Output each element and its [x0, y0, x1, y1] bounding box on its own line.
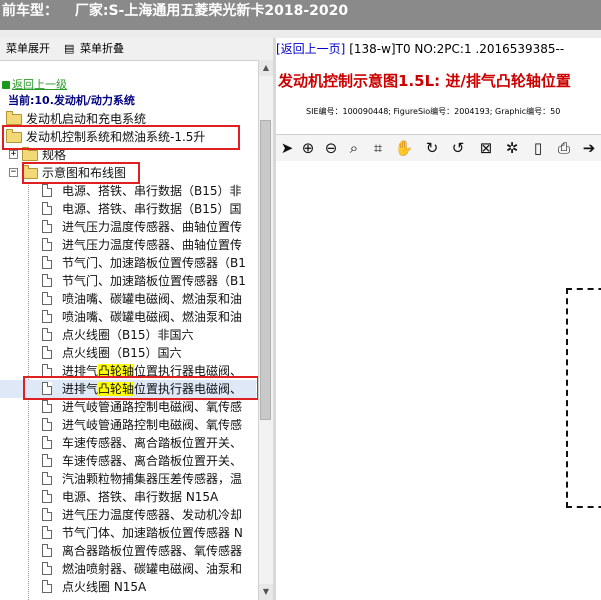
document-icon: [42, 310, 52, 323]
document-icon: [42, 418, 52, 431]
window-title-bar: 前车型： 厂家:S-上海通用五菱荣光新卡2018-2020: [0, 0, 601, 30]
export-icon[interactable]: ➔: [579, 138, 599, 158]
pan-hand-icon[interactable]: ✋: [394, 138, 414, 158]
document-icon: [42, 292, 52, 305]
reset-icon[interactable]: ↺: [448, 138, 468, 158]
back-page-link[interactable]: [返回上一页]: [276, 42, 345, 56]
document-icon: [42, 220, 52, 233]
document-icon: [42, 274, 52, 287]
fit-page-icon[interactable]: ⊠: [476, 138, 496, 158]
document-icon: [42, 562, 52, 575]
tree-item-label: 车速传感器、离合踏板位置开关、: [62, 436, 243, 450]
folder-icon: [22, 147, 38, 161]
document-icon: [42, 472, 52, 485]
menu-expand-button[interactable]: 菜单展开: [6, 38, 50, 60]
menu-collapse-button[interactable]: 菜单折叠: [80, 38, 124, 60]
crop-icon[interactable]: ⌗: [368, 138, 388, 158]
page-icon[interactable]: ▯: [528, 138, 548, 158]
tree-item-label: 电源、搭铁、串行数据（B15）国: [62, 202, 242, 216]
window-title-prefix: 前车型：: [2, 3, 58, 19]
tree-item-label: 喷油嘴、碳罐电磁阀、燃油泵和油: [62, 310, 243, 324]
document-title: 发动机控制示意图1.5L: 进/排气凸轮轴位置: [278, 72, 571, 90]
rotate-icon[interactable]: ↻: [422, 138, 442, 158]
back-arrow-icon: [2, 81, 10, 89]
tree-item-label: 节气门、加速踏板位置传感器（B1: [62, 274, 246, 288]
tree-item-label: 点火线圈（B15）国六: [62, 346, 182, 360]
tree-item-label: 点火线圈（B15）非国六: [62, 328, 194, 342]
print-icon[interactable]: ⎙: [554, 138, 574, 158]
tree-item-label: 车速传感器、离合踏板位置开关、: [62, 454, 243, 468]
document-icon: [42, 202, 52, 215]
document-icon: [42, 256, 52, 269]
document-sub-info: SIE编号：100090448; FigureSio编号：2004193; Gr…: [306, 107, 561, 116]
scroll-up-arrow-icon[interactable]: ▲: [259, 60, 273, 76]
tree-item-label: 燃油喷射器、碳罐电磁阀、油泵和: [62, 562, 243, 576]
left-menu-bar: 菜单展开 ▤ 菜单折叠: [0, 38, 273, 61]
document-viewer-pane: [返回上一页] [138-w]T0 NO:2PC:1 .2016539385--…: [276, 38, 601, 600]
folder-icon: [6, 111, 22, 125]
document-icon: [42, 508, 52, 521]
window-title-vehicle: 厂家:S-上海通用五菱荣光新卡2018-2020: [74, 3, 349, 19]
annotation-box-schematics: [22, 162, 140, 184]
doc-info: [138-w]T0 NO:2PC:1 .2016539385--: [349, 42, 565, 56]
document-icon: [42, 400, 52, 413]
tree-item-label: 进气压力温度传感器、曲轴位置传: [62, 220, 243, 234]
scroll-thumb[interactable]: [260, 120, 271, 420]
diagram-dashed-component: [566, 288, 601, 508]
pointer-icon[interactable]: ➤: [277, 138, 297, 158]
zoom-fit-icon[interactable]: ⌕: [344, 138, 364, 158]
tree-item-label: 喷油嘴、碳罐电磁阀、燃油泵和油: [62, 292, 243, 306]
settings-icon[interactable]: ✲: [502, 138, 522, 158]
collapse-minus-icon[interactable]: −: [9, 168, 18, 177]
menu-collapse-icon[interactable]: ▤: [64, 38, 74, 60]
tree-item-label: 点火线圈 N15A: [62, 580, 147, 594]
tree-item-label: 汽油颗粒物捕集器压差传感器，温: [62, 472, 243, 486]
document-icon: [42, 184, 52, 197]
document-icon: [42, 238, 52, 251]
tree-item-label: 进气压力温度传感器、发动机冷却: [62, 508, 243, 522]
tree-scrollbar[interactable]: ▲ ▼: [258, 60, 273, 600]
viewer-header: [返回上一页] [138-w]T0 NO:2PC:1 .2016539385--: [276, 38, 601, 60]
document-icon: [42, 526, 52, 539]
annotation-box-engine-control: [2, 125, 240, 150]
tree-item-label: 电源、搭铁、串行数据（B15）非: [62, 184, 242, 198]
tree-item-label: 进气岐管通路控制电磁阀、氧传感: [62, 400, 243, 414]
left-nav-pane: 菜单展开 ▤ 菜单折叠 返回上一级 当前:10.发动机/动力系统 发动机启动和充…: [0, 38, 275, 600]
document-icon: [42, 454, 52, 467]
expand-plus-icon[interactable]: +: [9, 150, 18, 159]
tree-current-label: 当前:10.发动机/动力系统: [8, 94, 135, 107]
tree-item-label: 离合器踏板位置传感器、氧传感器: [62, 544, 243, 558]
tree-item-label: 进气岐管通路控制电磁阀、氧传感: [62, 418, 243, 432]
document-icon: [42, 346, 52, 359]
document-icon: [42, 328, 52, 341]
document-icon: [42, 580, 52, 593]
tree-item-label: 节气门、加速踏板位置传感器（B1: [62, 256, 246, 270]
tree-item-label: 进气压力温度传感器、曲轴位置传: [62, 238, 243, 252]
diagram-canvas[interactable]: [276, 161, 601, 600]
nav-tree: 返回上一级 当前:10.发动机/动力系统 发动机启动和充电系统 发动机控制系统和…: [0, 60, 258, 600]
document-icon: [42, 544, 52, 557]
document-icon: [42, 490, 52, 503]
annotation-box-selected-item: [23, 376, 258, 400]
tree-item-label: 电源、搭铁、串行数据 N15A: [62, 490, 219, 504]
tree-item-label: 节气门体、加速踏板位置传感器 N: [62, 526, 243, 540]
zoom-out-icon[interactable]: ⊖: [321, 138, 341, 158]
scroll-down-arrow-icon[interactable]: ▼: [259, 584, 273, 600]
zoom-in-icon[interactable]: ⊕: [298, 138, 318, 158]
viewer-toolbar: ➤ ⊕ ⊖ ⌕ ⌗ ✋ ↻ ↺ ⊠ ✲ ▯ ⎙ ➔: [276, 134, 601, 162]
document-icon: [42, 436, 52, 449]
